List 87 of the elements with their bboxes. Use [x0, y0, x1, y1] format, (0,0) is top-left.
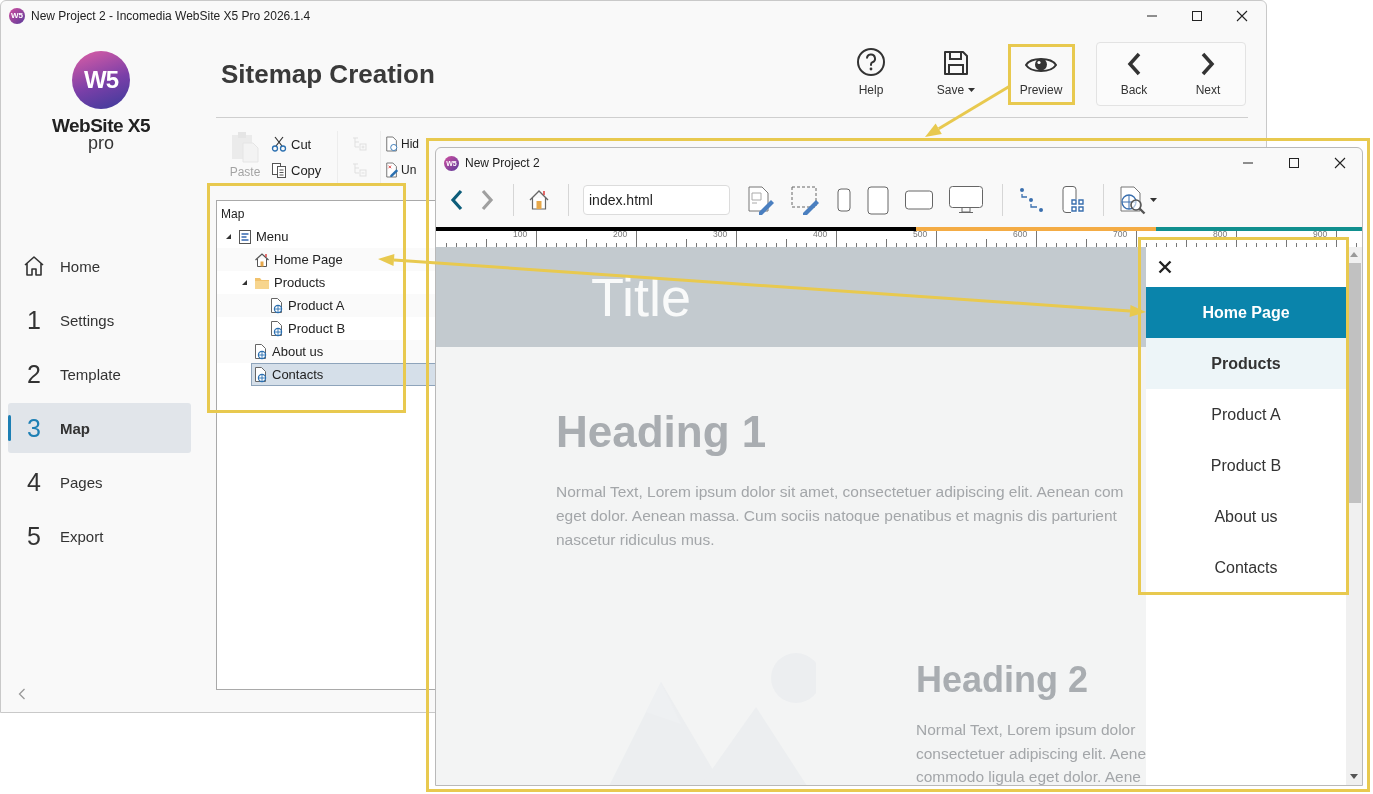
maximize-icon[interactable] [1191, 10, 1203, 22]
monitor-icon[interactable] [948, 185, 984, 215]
house-icon [254, 251, 270, 268]
app-icon: W5 [9, 8, 25, 24]
page-globe-icon [254, 366, 268, 383]
heading: Heading 1 [556, 409, 767, 455]
web-search-icon [1118, 185, 1148, 215]
close-icon[interactable] [1158, 260, 1172, 274]
toolbar-button[interactable]: Help [839, 45, 903, 103]
page-title: Sitemap Creation [221, 58, 435, 90]
ruler-label: 600 [1013, 230, 1028, 238]
ruler-label: 200 [613, 230, 628, 238]
ruler-label: 900 [1313, 230, 1328, 238]
help-icon [856, 47, 886, 77]
page-globe-icon [270, 320, 284, 337]
tablet-landscape-icon[interactable] [904, 189, 934, 211]
ribbon-button[interactable]: Hid [381, 131, 419, 157]
list-icon [238, 228, 252, 245]
selection-edit-icon[interactable] [790, 185, 822, 215]
nav-item[interactable]: 3 Map [8, 403, 191, 453]
web-search-button[interactable] [1118, 185, 1157, 215]
address-field[interactable]: index.html [583, 185, 730, 215]
toolbar-button[interactable]: Preview [1009, 45, 1073, 103]
ribbon-button[interactable]: Un [381, 157, 417, 183]
toolbar-button[interactable]: Save [924, 45, 988, 103]
home-icon[interactable] [528, 189, 550, 211]
collapse-icon[interactable] [18, 688, 26, 700]
page-edit-icon[interactable] [746, 185, 776, 215]
logo-mark: W5 [72, 51, 130, 109]
ruler-label: 500 [913, 230, 928, 238]
logo-name: WebSite X5 [51, 115, 151, 137]
ribbon-button[interactable]: Copy [267, 157, 322, 183]
page-icon [385, 135, 399, 153]
ruler-label: 100 [513, 230, 528, 238]
heading: Heading 2 [916, 660, 1089, 700]
ruler-label: 800 [1213, 230, 1228, 238]
expander-icon[interactable] [224, 233, 232, 240]
ribbon-button[interactable]: Cut [267, 131, 312, 157]
scroll-down-icon[interactable] [1350, 774, 1358, 779]
tree-title: Map [220, 207, 246, 221]
back-icon[interactable] [449, 188, 465, 212]
tree-item[interactable]: Product B [267, 317, 436, 340]
chevron-left-icon [1125, 51, 1143, 77]
phone-icon[interactable] [836, 187, 852, 213]
scissors-icon [271, 136, 287, 152]
page-globe-icon [270, 297, 284, 314]
save-icon [942, 49, 970, 77]
tablet-icon[interactable] [866, 185, 890, 215]
site-nav-link[interactable]: Contacts [1146, 542, 1346, 593]
home-icon [22, 254, 46, 278]
ruler-label: 300 [713, 230, 728, 238]
nav-item[interactable]: Home [8, 241, 191, 291]
phone-qr-icon[interactable] [1061, 185, 1085, 215]
nav-item[interactable]: 2 Template [8, 349, 191, 399]
nav-item[interactable]: 1 Settings [8, 295, 191, 345]
close-icon[interactable] [1334, 157, 1346, 169]
chevron-right-icon [1199, 51, 1217, 77]
site-nav-link[interactable]: About us [1146, 491, 1346, 542]
window-title: New Project 2 [465, 156, 540, 170]
paragraph: Normal Text, Lorem ipsum dolor consectetuer adipiscing elit. Aene commodo ligula eget dolor. Aene [916, 720, 1147, 785]
window-title: New Project 2 - Incomedia WebSite X5 Pro 2026.1.4 [31, 9, 311, 23]
tree-item[interactable]: Contacts [251, 363, 436, 386]
callout-box [1008, 44, 1075, 105]
caret-icon [1150, 198, 1157, 202]
site-nav-link[interactable]: Product A [1146, 389, 1346, 440]
scroll-up-icon[interactable] [1350, 252, 1358, 257]
logo-edition: pro [88, 135, 114, 151]
close-icon[interactable] [1236, 10, 1248, 22]
page-edit-icon [385, 161, 399, 179]
copy-icon [271, 162, 287, 178]
ruler-label: 400 [813, 230, 828, 238]
expander-icon[interactable] [240, 279, 248, 286]
page-globe-icon [254, 343, 268, 360]
paragraph: Normal Text, Lorem ipsum dolor sit amet, consectetuer adipiscing elit. Aenean com eget dolor. Aenean massa. Cum sociis natoque penatibus et magnis dis parturient nascetur ridiculus mus. [556, 482, 1124, 550]
site-nav-link[interactable]: Home Page [1146, 287, 1346, 338]
folder-icon [254, 275, 270, 290]
site-nav-link[interactable]: Products [1146, 338, 1346, 389]
caret-icon [968, 88, 976, 92]
nav-item[interactable]: 5 Export [8, 511, 191, 561]
nav-item[interactable]: 4 Pages [8, 457, 191, 507]
maximize-icon[interactable] [1288, 157, 1300, 169]
ruler-label: 700 [1113, 230, 1128, 238]
tree-item[interactable]: Products [251, 271, 436, 294]
wizard-button[interactable]: Next [1175, 45, 1241, 103]
site-nav-link[interactable]: Product B [1146, 440, 1346, 491]
tree-item[interactable]: Menu [235, 225, 436, 248]
wizard-button[interactable]: Back [1101, 45, 1167, 103]
